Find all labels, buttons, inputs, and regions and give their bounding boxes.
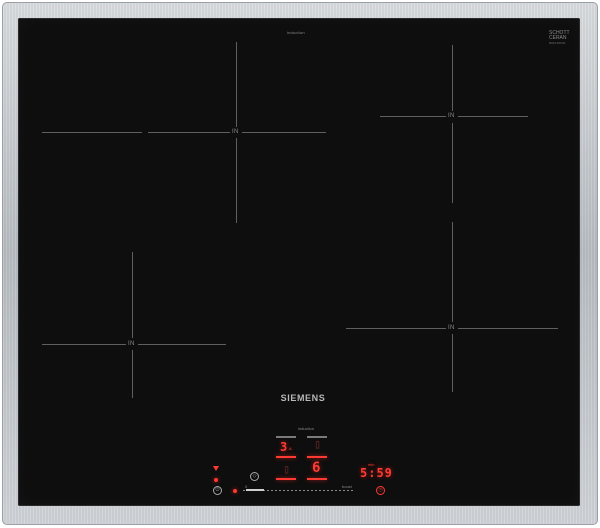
zone3-mark-vertical-top (132, 252, 133, 338)
timer-icon[interactable]: ◷ (376, 486, 385, 495)
zone2-mark-vertical-bottom (452, 123, 453, 203)
zone4-mark-vertical-top (452, 222, 453, 322)
slider-min-label: 0 (245, 484, 248, 489)
zone3-mark-vertical-bottom (132, 350, 133, 398)
right-zone-active-bar (307, 456, 327, 458)
series-label: induction (297, 426, 314, 431)
zone4-mark-horizontal-right (458, 328, 558, 329)
zone3-label: IN (128, 341, 135, 347)
timer-unit: min (368, 462, 375, 467)
right-zone-power-display: 6 (312, 460, 321, 476)
zone-select-key-left-top[interactable] (276, 436, 296, 438)
zone4-label: IN (448, 325, 455, 331)
zone4-mark-horizontal-left (346, 328, 446, 329)
cert-line3: NON-STICK (549, 41, 566, 45)
schott-ceran-mark: SCHOTT CERAN NON-STICK (549, 31, 570, 46)
zone1-mark-horizontal-right (242, 132, 326, 133)
zone1-mark-horizontal-mid (148, 132, 230, 133)
zone1-mark-vertical-bottom (236, 138, 237, 223)
cooktop-glass (18, 18, 580, 506)
left-zone-power-display: 3 (280, 440, 288, 454)
zone1-label: IN (232, 129, 239, 135)
zone2-mark-horizontal-left (380, 116, 446, 117)
slider-max-label: boost (342, 484, 352, 489)
left-zone-power-suffix: A (289, 446, 292, 451)
zone4-mark-vertical-bottom (452, 334, 453, 392)
zone2-mark-horizontal-right (458, 116, 528, 117)
brand-logo: SIEMENS (280, 393, 326, 403)
status-led-icon (214, 478, 218, 482)
right-zone-lower-bar (307, 478, 327, 480)
power-slider-thumb[interactable] (246, 489, 264, 491)
zone-select-indicator-icon[interactable] (213, 466, 219, 471)
zone-select-icon[interactable]: ◇ (250, 472, 259, 481)
right-zone-upper-display: ▯ (314, 437, 322, 451)
power-led-icon (233, 489, 237, 493)
zone2-mark-vertical-top (452, 45, 453, 111)
top-label: induction (287, 30, 305, 35)
left-zone-lower-display: ▯ (283, 462, 291, 476)
timer-display: 5:59 (360, 466, 393, 480)
zone3-mark-horizontal-left (42, 344, 126, 345)
zone1-mark-horizontal-left (42, 132, 142, 133)
zone1-mark-vertical-top (236, 42, 237, 127)
power-icon[interactable]: ⏻ (213, 486, 222, 495)
left-zone-lower-bar (276, 478, 296, 480)
zone2-label: IN (448, 113, 455, 119)
left-zone-active-bar (276, 456, 296, 458)
zone3-mark-horizontal-right (138, 344, 226, 345)
